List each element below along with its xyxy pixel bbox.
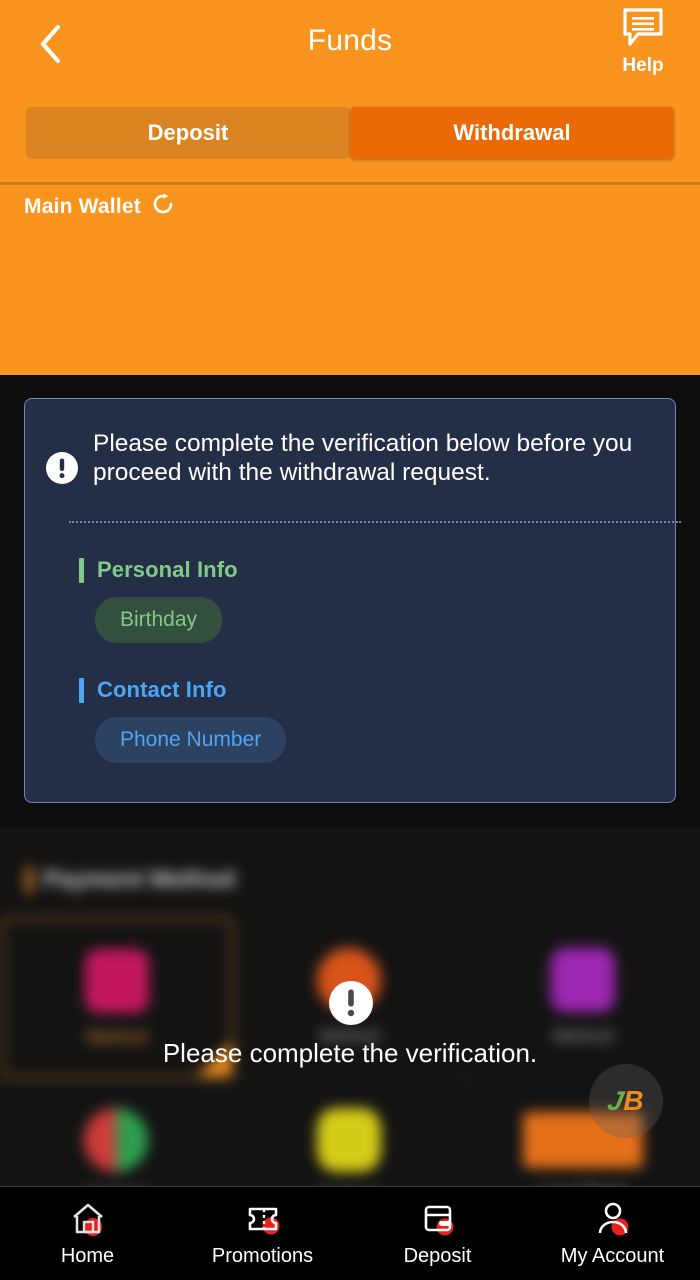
page-title: Funds	[307, 24, 393, 57]
refresh-icon[interactable]	[151, 192, 175, 221]
nav-label-home: Home	[60, 1244, 115, 1267]
bottom-navigation: Home Promotions Deposit My Account	[0, 1186, 700, 1280]
section-accent-bar	[26, 867, 32, 893]
wallet-label: Main Wallet	[24, 194, 141, 218]
payment-method-heading: Payment Method	[43, 866, 236, 893]
logo-letter-b: B	[623, 1085, 644, 1116]
payment-icon	[551, 948, 616, 1012]
nav-item-my-account[interactable]: My Account	[525, 1187, 700, 1280]
funds-tabs: Deposit Withdrawal	[26, 107, 674, 159]
card-dotted-divider	[69, 521, 681, 523]
home-icon	[66, 1200, 110, 1238]
verification-card: Please complete the verification below b…	[24, 398, 681, 803]
speech-bubble-help-icon	[621, 6, 665, 53]
help-label: Help	[622, 55, 664, 76]
payment-icon	[317, 1108, 382, 1172]
card-icon	[416, 1200, 460, 1238]
payment-icon	[84, 948, 149, 1013]
section-header: Contact Info	[79, 677, 286, 703]
header-divider	[0, 182, 700, 185]
tab-withdrawal-label: Withdrawal	[453, 120, 571, 145]
nav-item-deposit[interactable]: Deposit	[350, 1187, 525, 1280]
verification-message-row: Please complete the verification below b…	[25, 399, 675, 490]
ticket-icon	[241, 1200, 285, 1238]
nav-item-promotions[interactable]: Promotions	[175, 1187, 350, 1280]
verification-section-contact: Contact Info Phone Number	[79, 677, 287, 763]
overlay-exclamation-circle-icon	[328, 980, 374, 1031]
verification-message: Please complete the verification below b…	[93, 430, 633, 487]
person-icon	[591, 1200, 635, 1238]
top-bar: Funds Help	[0, 0, 700, 90]
nav-label-promotions: Promotions	[211, 1244, 314, 1267]
section-accent-bar	[79, 677, 84, 703]
page-header: Funds Help Deposit Withdrawal Main Walle…	[0, 0, 700, 375]
section-title-personal-info: Personal Info	[97, 557, 238, 582]
nav-item-home[interactable]: Home	[0, 1187, 175, 1280]
help-button[interactable]: Help	[600, 6, 686, 77]
section-title-contact-info: Contact Info	[97, 677, 227, 702]
payment-method-tile[interactable]: Local Bank	[467, 1078, 700, 1186]
tab-deposit-label: Deposit	[147, 120, 229, 145]
payment-icon	[84, 1108, 149, 1172]
payment-method-tile[interactable]: Method	[233, 1078, 467, 1186]
main-wallet-row[interactable]: Main Wallet	[24, 192, 175, 221]
overlay-message: Please complete the verification.	[162, 1038, 538, 1068]
chip-birthday[interactable]: Birthday	[95, 597, 223, 643]
payment-method-heading-row: Payment Method	[0, 828, 700, 894]
chip-phone-number[interactable]: Phone Number	[95, 717, 287, 763]
exclamation-circle-icon	[45, 429, 79, 490]
tab-deposit[interactable]: Deposit	[26, 107, 350, 159]
tab-withdrawal[interactable]: Withdrawal	[350, 107, 674, 159]
floating-brand-logo[interactable]: J B	[589, 1064, 663, 1138]
verification-section-personal: Personal Info Birthday	[79, 557, 238, 643]
nav-label-my-account: My Account	[560, 1244, 665, 1267]
section-header: Personal Info	[79, 557, 238, 583]
section-accent-bar	[79, 557, 84, 583]
nav-label-deposit: Deposit	[403, 1244, 472, 1267]
funds-withdrawal-screen: Funds Help Deposit Withdrawal Main Walle…	[0, 0, 700, 1280]
payment-method-tile[interactable]: Method	[0, 1078, 234, 1186]
